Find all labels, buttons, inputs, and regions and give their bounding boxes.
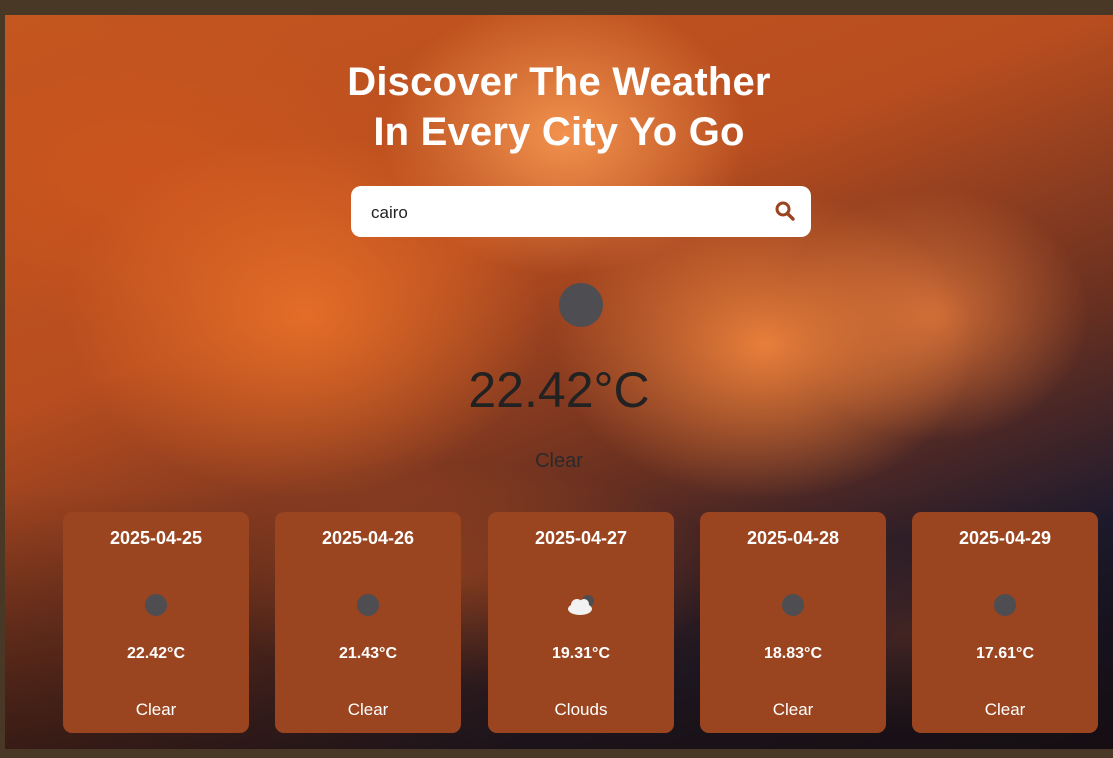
forecast-card: 2025-04-29 17.61°C Clear — [912, 512, 1098, 733]
page-title: Discover The Weather In Every City Yo Go — [5, 57, 1113, 157]
forecast-temp: 21.43°C — [339, 645, 397, 662]
forecast-card: 2025-04-25 22.42°C Clear — [63, 512, 249, 733]
cloud-icon — [564, 592, 598, 618]
forecast-description: Clear — [772, 700, 814, 719]
forecast-temp: 22.42°C — [127, 645, 185, 662]
forecast-date: 2025-04-25 — [109, 528, 203, 548]
app-content: Discover The Weather In Every City Yo Go… — [5, 15, 1113, 749]
clear-icon — [357, 594, 379, 616]
forecast-card: 2025-04-26 21.43°C Clear — [275, 512, 461, 733]
forecast-temp: 19.31°C — [552, 645, 610, 662]
forecast-card: 2025-04-28 18.83°C Clear — [700, 512, 886, 733]
current-description: Clear — [535, 450, 583, 472]
title-line-2: In Every City Yo Go — [373, 110, 745, 154]
clear-icon — [782, 594, 804, 616]
forecast-date: 2025-04-29 — [958, 528, 1052, 548]
forecast-temp: 18.83°C — [764, 645, 822, 662]
forecast-description: Clear — [347, 700, 389, 719]
forecast-date: 2025-04-26 — [321, 528, 415, 548]
forecast-temp: 17.61°C — [976, 645, 1034, 662]
forecast-date: 2025-04-28 — [746, 528, 840, 548]
forecast-card: 2025-04-27 19.31°C Clouds — [488, 512, 674, 733]
clear-icon — [145, 594, 167, 616]
forecast-list: 2025-04-25 22.42°C Clear 2025-04-26 21.4… — [5, 512, 1113, 733]
city-search-input[interactable] — [369, 186, 753, 239]
forecast-description: Clear — [135, 700, 177, 719]
search-button[interactable] — [773, 199, 797, 223]
search-icon — [775, 201, 795, 221]
title-line-1: Discover The Weather — [347, 60, 771, 104]
current-temperature: 22.42°C — [468, 362, 650, 418]
forecast-description: Clouds — [554, 700, 608, 719]
weather-app: Discover The Weather In Every City Yo Go… — [5, 15, 1113, 749]
clear-icon — [994, 594, 1016, 616]
forecast-date: 2025-04-27 — [534, 528, 628, 548]
search-bar — [351, 186, 811, 239]
current-weather-icon — [559, 283, 603, 327]
forecast-description: Clear — [984, 700, 1026, 719]
